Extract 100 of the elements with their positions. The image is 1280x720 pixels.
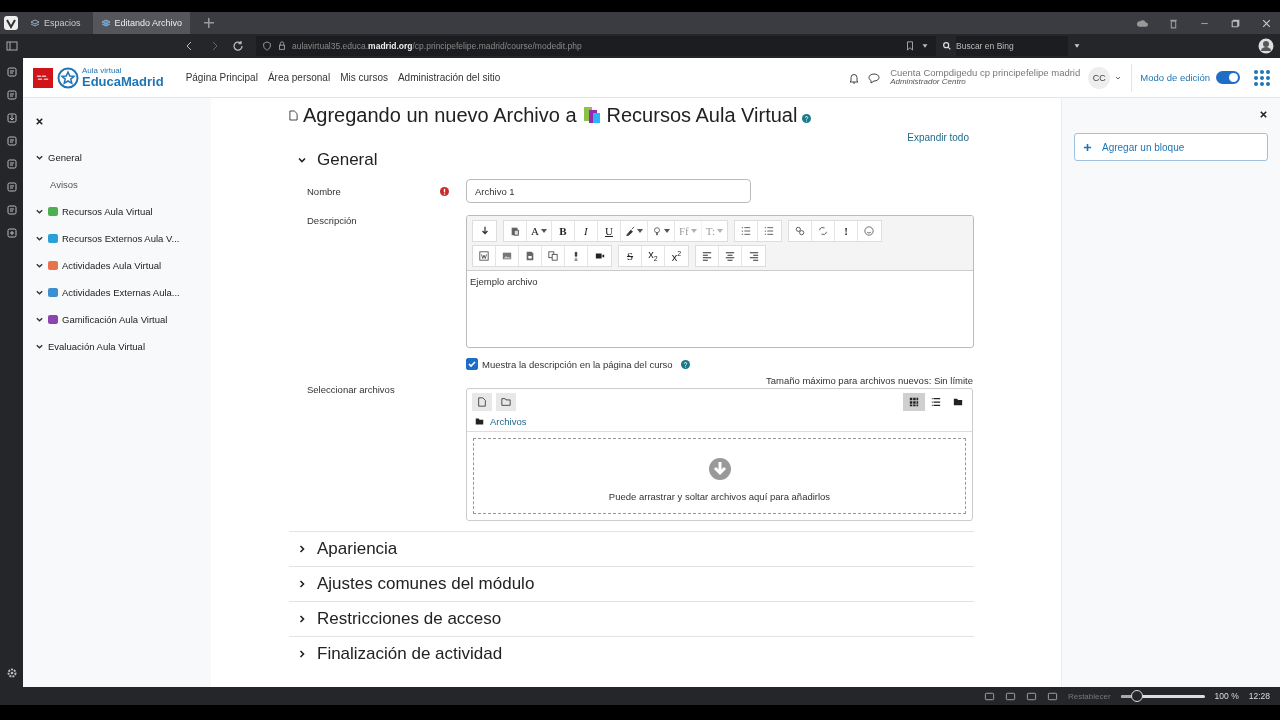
checkbox-label[interactable]: Muestra la descripción en la página del curso xyxy=(482,358,673,370)
course-section-link[interactable]: Actividades Aula Virtual xyxy=(62,260,162,271)
view-toggle-button[interactable] xyxy=(903,393,925,411)
section-heading[interactable]: Restricciones de acceso xyxy=(317,609,502,629)
name-input[interactable]: Archivo 1 xyxy=(466,179,751,203)
close-icon[interactable] xyxy=(1261,17,1272,29)
chevron-icon[interactable] xyxy=(35,315,44,324)
chat-bubble-icon[interactable] xyxy=(868,71,881,84)
video-camera-icon xyxy=(594,251,605,261)
course-section-link[interactable]: Gamificación Aula Virtual xyxy=(62,314,168,325)
nav-link[interactable]: Área personal xyxy=(267,72,331,83)
trash-icon[interactable] xyxy=(1168,17,1179,29)
browser-logo-icon[interactable] xyxy=(4,16,18,30)
user-role: Administrador Centro xyxy=(890,78,966,88)
folder-icon xyxy=(501,397,511,407)
add-icon[interactable] xyxy=(5,227,18,239)
checkbox[interactable] xyxy=(466,358,478,370)
chevron-icon[interactable] xyxy=(297,579,307,589)
align-left-icon xyxy=(702,251,712,261)
section-heading[interactable]: Ajustes comunes del módulo xyxy=(317,574,535,594)
link-icon xyxy=(794,226,805,236)
edit-mode-toggle[interactable] xyxy=(1216,71,1240,84)
download-icon[interactable] xyxy=(5,112,18,124)
help-icon[interactable] xyxy=(802,114,812,123)
broken-link-icon xyxy=(817,226,828,236)
lightbulb-icon xyxy=(651,226,662,236)
course-section-link[interactable]: General xyxy=(48,152,82,163)
settings-icon[interactable] xyxy=(5,667,18,679)
chevron-icon[interactable] xyxy=(35,207,44,216)
section-heading[interactable]: Finalización de actividad xyxy=(317,644,503,664)
close-icon[interactable] xyxy=(35,117,44,126)
nav-link[interactable]: Página Principal xyxy=(185,72,258,83)
chevron-icon[interactable] xyxy=(297,544,307,554)
profile-icon[interactable] xyxy=(1258,38,1274,54)
edit-mode-label: Modo de edición xyxy=(1140,72,1210,83)
reload-icon[interactable] xyxy=(232,40,244,52)
chevron-icon[interactable] xyxy=(35,234,44,243)
chevron-icon[interactable] xyxy=(35,288,44,297)
drop-zone[interactable]: Puede arrastrar y soltar archivos aquí para añadirlos xyxy=(473,438,966,514)
search-field[interactable]: Buscar en Bing xyxy=(956,36,1068,56)
browser-tab[interactable]: Editando Archivo xyxy=(92,12,191,34)
chevron-icon[interactable] xyxy=(35,342,44,351)
course-section-link[interactable]: Evaluación Aula Virtual xyxy=(48,341,145,352)
chevron-icon[interactable] xyxy=(297,649,307,659)
close-icon[interactable] xyxy=(1259,110,1268,119)
user-name: Cuenta Compdigedu cp principefelipe madrid xyxy=(890,67,1081,78)
search-icon xyxy=(942,41,952,51)
chevron-icon[interactable] xyxy=(297,155,307,165)
expand-all-link[interactable]: Expandir todo xyxy=(907,132,969,143)
browser-tab[interactable]: Espacios xyxy=(22,12,89,34)
chevron-icon[interactable] xyxy=(35,261,44,270)
grid-view-icon xyxy=(909,397,919,407)
chevron-icon[interactable] xyxy=(35,153,44,162)
add-file-button[interactable] xyxy=(472,393,492,411)
zoom-reset-label[interactable]: Restablecer xyxy=(1067,691,1111,701)
caret-icon xyxy=(716,229,723,233)
align-center-icon xyxy=(725,251,735,261)
restore-icon[interactable] xyxy=(1230,17,1241,29)
numbered-list-icon xyxy=(764,226,775,236)
caret-icon xyxy=(690,229,697,233)
help-icon[interactable] xyxy=(680,359,690,369)
nav-link[interactable]: Administración del sitio xyxy=(397,72,501,83)
folder-path-link[interactable]: Archivos xyxy=(490,416,527,427)
course-section-link[interactable]: Recursos Aula Virtual xyxy=(62,206,153,217)
field-label: Nombre xyxy=(307,185,342,197)
panel-toggle-icon[interactable] xyxy=(6,40,18,52)
chevron-icon[interactable] xyxy=(297,614,307,624)
editor-text-area[interactable]: Ejemplo archivo xyxy=(467,271,973,347)
shield-icon xyxy=(262,41,272,51)
course-section-link[interactable]: Actividades Externas Aula... xyxy=(62,287,180,298)
section-heading[interactable]: General xyxy=(317,150,378,170)
flag-logo-icon xyxy=(33,67,53,88)
nav-link[interactable]: Mis cursos xyxy=(340,72,388,83)
apps-grid-icon[interactable] xyxy=(1254,69,1270,86)
caret-icon xyxy=(540,229,547,233)
course-activity-link[interactable]: Avisos xyxy=(50,179,199,190)
clipboard-icon xyxy=(510,226,520,236)
file-icon xyxy=(477,397,487,407)
folder-icon xyxy=(953,397,963,407)
section-heading[interactable]: Apariencia xyxy=(317,539,398,559)
cloud-icon[interactable] xyxy=(1137,17,1148,29)
caret-icon xyxy=(636,229,643,233)
logo-subtitle: Aula virtual xyxy=(82,67,123,75)
address-field[interactable]: aulavirtual35.educa.madrid.org/cp.principefelipe.madrid/course/modedit.php xyxy=(256,36,936,56)
bell-icon[interactable] xyxy=(848,71,861,84)
user-avatar[interactable]: CC xyxy=(1088,66,1111,89)
copy-icon xyxy=(548,251,558,261)
file-icon xyxy=(289,109,298,121)
brush-icon xyxy=(624,226,635,236)
logo-title: EducaMadrid xyxy=(82,75,164,88)
smiley-icon xyxy=(864,226,875,236)
books-icon xyxy=(581,105,602,125)
caret-icon xyxy=(663,229,670,233)
field-label: Descripción xyxy=(307,215,358,226)
add-block-button[interactable]: Agregar un bloque xyxy=(1074,133,1268,161)
star-circle-logo-icon xyxy=(57,66,79,89)
course-section-link[interactable]: Recursos Externos Aula V... xyxy=(62,233,180,244)
align-right-icon xyxy=(748,251,759,261)
field-label: Seleccionar archivos xyxy=(307,384,396,395)
create-folder-button[interactable] xyxy=(496,393,516,411)
